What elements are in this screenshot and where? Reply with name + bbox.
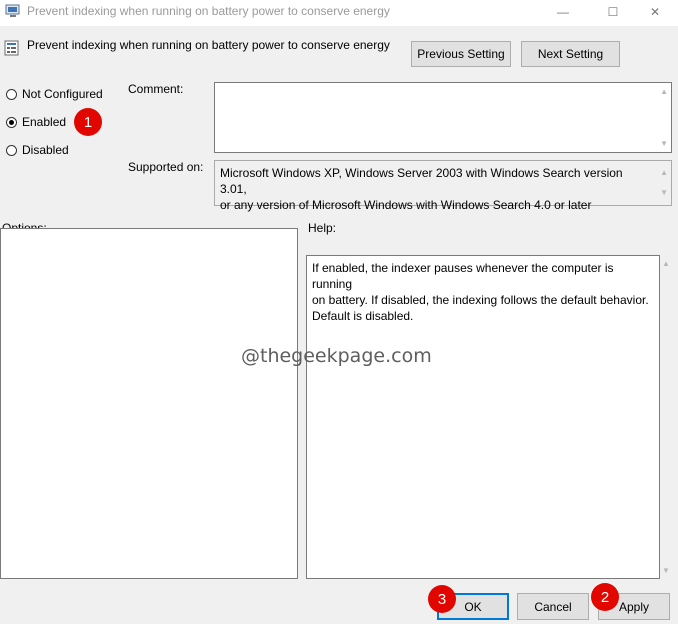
supported-on-label: Supported on:	[128, 160, 204, 174]
watermark-text: @thegeekpage.com	[241, 345, 432, 367]
policy-editor-icon	[5, 4, 20, 17]
radio-label: Not Configured	[22, 87, 103, 101]
help-line-1: If enabled, the indexer pauses whenever …	[312, 261, 614, 291]
radio-button[interactable]	[6, 88, 17, 100]
supported-line-1: Microsoft Windows XP, Windows Server 200…	[220, 166, 623, 196]
help-panel: If enabled, the indexer pauses whenever …	[306, 255, 660, 579]
scroll-up-icon[interactable]: ▲	[660, 87, 668, 96]
radio-label: Enabled	[22, 115, 67, 129]
cancel-button[interactable]: Cancel	[517, 593, 589, 620]
annotation-badge-1: 1	[74, 108, 102, 136]
radio-button-selected[interactable]	[6, 116, 17, 128]
radio-enabled[interactable]: Enabled	[6, 115, 66, 129]
radio-button[interactable]	[6, 144, 17, 156]
scroll-down-icon[interactable]: ▼	[660, 139, 668, 148]
help-scrollbar[interactable]	[660, 255, 673, 579]
annotation-badge-2: 2	[591, 583, 619, 611]
help-line-2: on battery. If disabled, the indexing fo…	[312, 293, 649, 307]
radio-not-configured[interactable]: Not Configured	[6, 87, 103, 101]
options-panel	[0, 228, 298, 579]
supported-on-box: Microsoft Windows XP, Windows Server 200…	[214, 160, 672, 212]
next-setting-button[interactable]: Next Setting	[521, 41, 620, 67]
scroll-down-icon[interactable]: ▼	[662, 566, 670, 575]
scroll-up-icon[interactable]: ▲	[660, 165, 668, 181]
scroll-down-icon[interactable]: ▼	[660, 185, 668, 201]
comment-textarea[interactable]: ▲ ▼	[214, 82, 672, 153]
annotation-badge-3: 3	[428, 585, 456, 613]
radio-disabled[interactable]: Disabled	[6, 143, 69, 157]
close-button[interactable]: ✕	[632, 0, 678, 24]
help-label: Help:	[308, 221, 337, 235]
window-title: Prevent indexing when running on battery…	[27, 4, 390, 18]
radio-label: Disabled	[22, 143, 69, 157]
policy-setting-icon	[4, 40, 19, 56]
previous-setting-button[interactable]: Previous Setting	[411, 41, 511, 67]
policy-name-heading: Prevent indexing when running on battery…	[27, 38, 390, 52]
maximize-button[interactable]: ☐	[590, 0, 636, 24]
comment-label: Comment:	[128, 82, 184, 96]
scroll-up-icon[interactable]: ▲	[662, 259, 670, 268]
minimize-button[interactable]: —	[540, 0, 586, 24]
help-line-3: Default is disabled.	[312, 309, 414, 323]
supported-line-2: or any version of Microsoft Windows with…	[220, 198, 592, 212]
